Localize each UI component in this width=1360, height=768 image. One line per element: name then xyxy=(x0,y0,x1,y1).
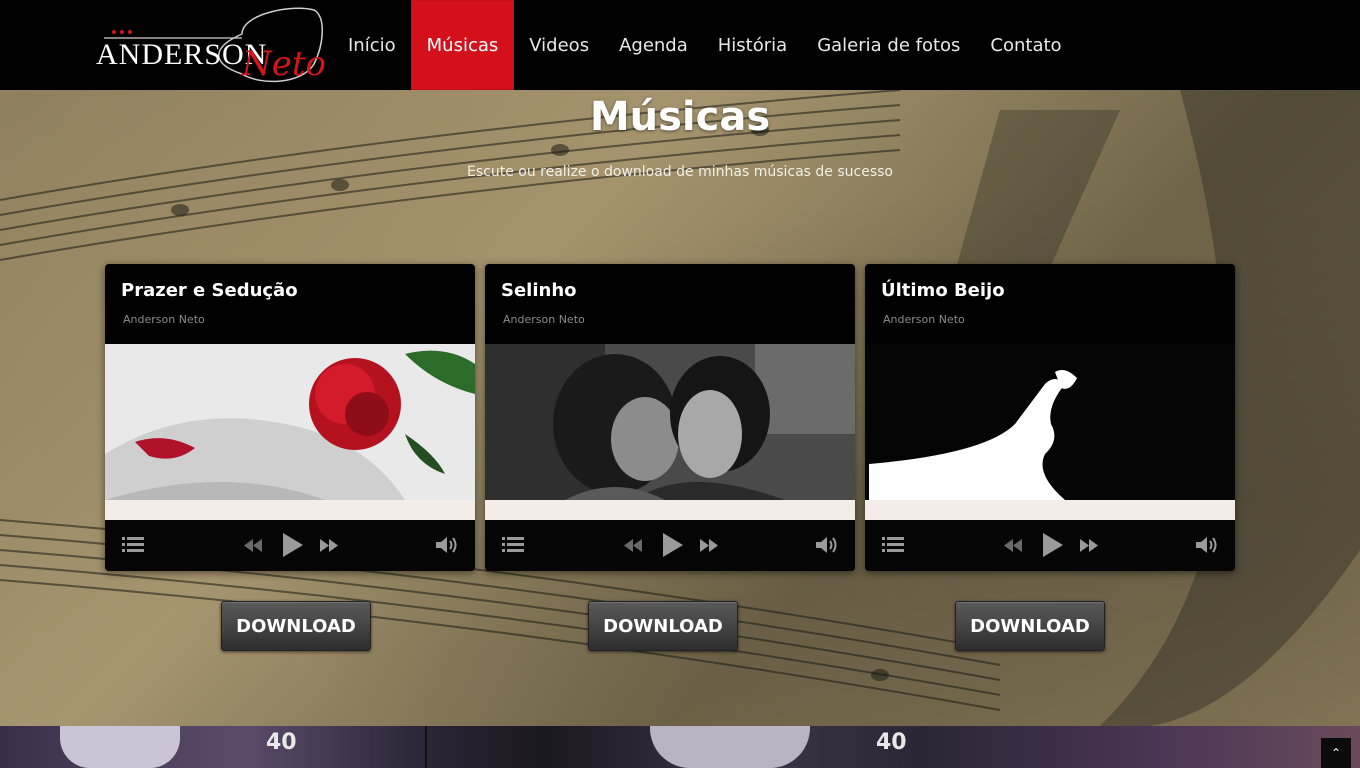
next-icon[interactable] xyxy=(700,539,718,552)
main-nav: Início Músicas Videos Agenda História Ga… xyxy=(333,0,1077,90)
gallery-preview-strip: 40 40 xyxy=(0,726,1360,768)
page-title: Músicas xyxy=(589,94,771,140)
player-controls xyxy=(485,520,855,571)
play-icon[interactable] xyxy=(663,533,683,557)
track-card: Prazer e Sedução Anderson Neto xyxy=(105,264,475,571)
play-icon[interactable] xyxy=(1043,533,1063,557)
nav-item-contato[interactable]: Contato xyxy=(975,0,1076,90)
nav-item-agenda[interactable]: Agenda xyxy=(604,0,703,90)
track-title: Selinho xyxy=(501,280,577,301)
gallery-photo xyxy=(60,726,180,768)
track-card: Selinho Anderson Neto xyxy=(485,264,855,571)
next-icon[interactable] xyxy=(320,539,338,552)
track-artist: Anderson Neto xyxy=(123,313,205,326)
track-artist: Anderson Neto xyxy=(883,313,965,326)
player-controls xyxy=(105,520,475,571)
download-button[interactable]: DOWNLOAD xyxy=(955,601,1105,651)
logo-script: Neto xyxy=(242,44,327,84)
badge-40: 40 xyxy=(876,730,907,755)
rose-cover-image xyxy=(105,344,475,500)
nav-item-galeria[interactable]: Galeria de fotos xyxy=(802,0,975,90)
track-progress-bar[interactable] xyxy=(105,500,475,520)
music-section: Músicas Escute ou realize o download de … xyxy=(0,90,1360,726)
badge-40: 40 xyxy=(266,730,297,755)
nav-item-musicas[interactable]: Músicas xyxy=(410,0,515,90)
track-artist: Anderson Neto xyxy=(503,313,585,326)
volume-icon[interactable] xyxy=(1196,536,1218,554)
download-button[interactable]: DOWNLOAD xyxy=(588,601,738,651)
track-progress-bar[interactable] xyxy=(485,500,855,520)
download-button[interactable]: DOWNLOAD xyxy=(221,601,371,651)
volume-icon[interactable] xyxy=(816,536,838,554)
next-icon[interactable] xyxy=(1080,539,1098,552)
volume-icon[interactable] xyxy=(436,536,458,554)
playlist-icon[interactable] xyxy=(122,536,144,554)
gallery-divider xyxy=(425,726,427,768)
previous-icon[interactable] xyxy=(1004,539,1022,552)
player-controls xyxy=(865,520,1235,571)
scroll-to-top-button[interactable]: ⌃ xyxy=(1321,738,1351,768)
kiss-cover-image xyxy=(485,344,855,500)
nav-item-historia[interactable]: História xyxy=(703,0,802,90)
playlist-icon[interactable] xyxy=(882,536,904,554)
silhouette-kiss-cover-image xyxy=(865,344,1235,500)
track-title: Último Beijo xyxy=(881,280,1005,301)
page-subtitle: Escute ou realize o download de minhas m… xyxy=(467,164,893,180)
gallery-photo xyxy=(650,726,810,768)
previous-icon[interactable] xyxy=(624,539,642,552)
playlist-icon[interactable] xyxy=(502,536,524,554)
track-title: Prazer e Sedução xyxy=(121,280,298,301)
site-header: ANDERSON Neto Início Músicas Videos Agen… xyxy=(0,0,1360,90)
chevron-up-icon: ⌃ xyxy=(1330,746,1342,760)
nav-item-videos[interactable]: Videos xyxy=(514,0,604,90)
play-icon[interactable] xyxy=(283,533,303,557)
previous-icon[interactable] xyxy=(244,539,262,552)
track-progress-bar[interactable] xyxy=(865,500,1235,520)
nav-item-inicio[interactable]: Início xyxy=(333,0,411,90)
site-logo[interactable]: ANDERSON Neto xyxy=(92,4,327,86)
track-card: Último Beijo Anderson Neto xyxy=(865,264,1235,571)
